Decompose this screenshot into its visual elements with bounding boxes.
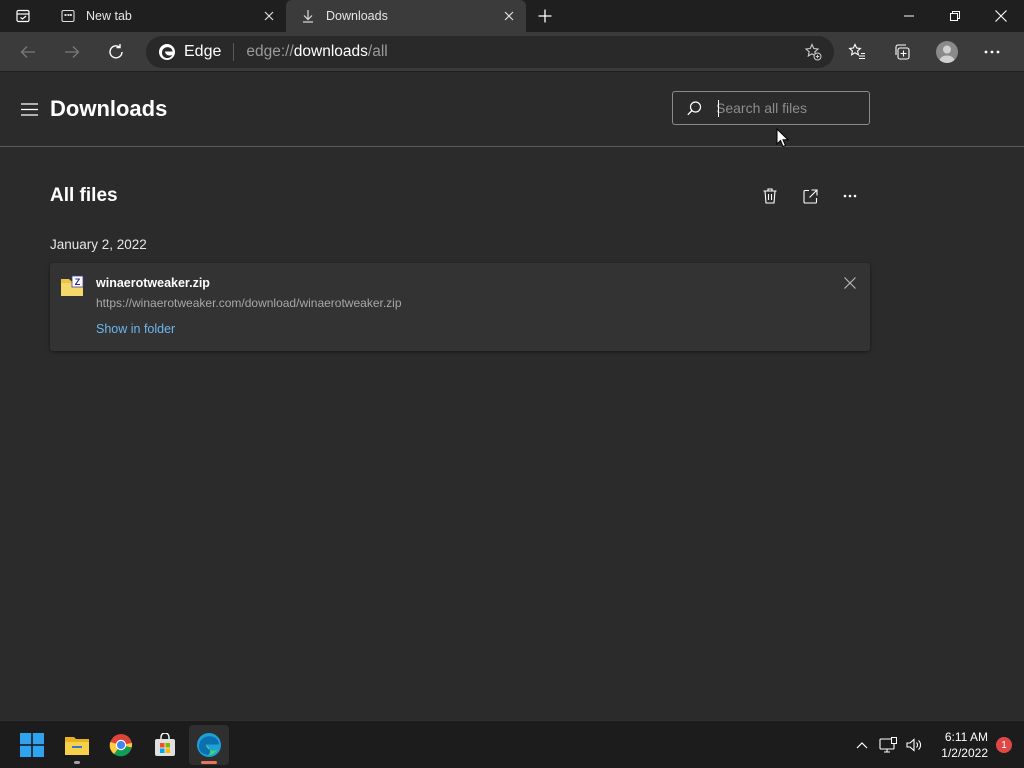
network-icon — [879, 737, 898, 753]
running-indicator — [74, 761, 80, 764]
close-icon — [844, 277, 856, 289]
tab-strip: New tab Downloads — [0, 0, 1024, 32]
close-tab-icon[interactable] — [256, 3, 282, 29]
svg-text:Z: Z — [75, 277, 81, 287]
close-icon — [995, 10, 1007, 22]
search-icon — [687, 100, 702, 115]
site-identity-chip[interactable]: Edge — [158, 43, 235, 61]
mouse-cursor-icon — [776, 128, 790, 148]
search-input[interactable] — [716, 100, 856, 116]
notification-badge[interactable]: 1 — [996, 737, 1012, 753]
favorites-button[interactable] — [834, 36, 879, 68]
restore-button[interactable] — [932, 0, 978, 32]
speaker-icon — [906, 738, 922, 752]
chrome-taskbar-button[interactable] — [101, 725, 141, 765]
page-title: Downloads — [50, 96, 168, 121]
volume-button[interactable] — [901, 730, 927, 760]
start-button[interactable] — [12, 725, 52, 765]
tab-actions-button[interactable] — [0, 0, 46, 32]
toolbar-right — [834, 36, 1014, 68]
arrow-left-icon — [20, 45, 35, 58]
new-tab-button[interactable] — [528, 0, 562, 32]
download-icon — [300, 8, 316, 24]
hamburger-icon — [20, 102, 38, 116]
more-horizontal-icon — [843, 194, 857, 198]
forward-button[interactable] — [54, 36, 90, 68]
show-hidden-icons-button[interactable] — [849, 730, 875, 760]
show-in-folder-link[interactable]: Show in folder — [96, 322, 175, 336]
edge-logo-icon — [159, 44, 175, 60]
text-caret — [718, 100, 719, 117]
menu-button[interactable] — [18, 98, 40, 120]
delete-all-button[interactable] — [750, 183, 790, 209]
new-tab-page-icon — [60, 8, 76, 24]
start-icon — [20, 733, 44, 757]
search-box[interactable] — [672, 91, 870, 125]
favorites-icon — [847, 43, 865, 60]
url-host: downloads — [293, 43, 368, 60]
minimize-icon — [904, 15, 914, 17]
file-source-url: https://winaerotweaker.com/download/wina… — [96, 296, 402, 310]
remove-item-button[interactable] — [840, 273, 860, 293]
tab-downloads[interactable]: Downloads — [286, 0, 526, 32]
section-actions — [750, 183, 870, 209]
close-tab-icon[interactable] — [496, 3, 522, 29]
chrome-icon — [109, 734, 133, 757]
open-downloads-folder-button[interactable] — [790, 183, 830, 209]
taskbar: 6:11 AM 1/2/2022 1 — [0, 720, 1024, 768]
active-indicator — [201, 761, 217, 764]
plus-icon — [538, 9, 552, 23]
close-window-button[interactable] — [978, 0, 1024, 32]
open-external-icon — [802, 188, 818, 204]
refresh-button[interactable] — [98, 36, 134, 68]
star-add-icon — [804, 43, 822, 61]
add-favorite-button[interactable] — [804, 43, 822, 61]
page-header: Downloads — [0, 72, 1024, 147]
minimize-button[interactable] — [886, 0, 932, 32]
tab-title: Downloads — [326, 9, 388, 23]
tab-title: New tab — [86, 9, 132, 23]
url-text: edge://downloads/all — [246, 43, 387, 61]
edge-icon — [197, 733, 221, 757]
trash-icon — [763, 188, 777, 204]
arrow-right-icon — [65, 45, 80, 58]
edge-taskbar-button[interactable] — [189, 725, 229, 765]
system-tray: 6:11 AM 1/2/2022 1 — [849, 721, 1024, 768]
file-explorer-taskbar-button[interactable] — [57, 725, 97, 765]
profile-button[interactable] — [924, 36, 969, 68]
download-item[interactable]: Z winaerotweaker.zip https://winaerotwea… — [50, 263, 870, 351]
file-name-link[interactable]: winaerotweaker.zip — [96, 276, 210, 290]
collections-button[interactable] — [879, 36, 924, 68]
url-scheme: edge:// — [246, 43, 294, 60]
downloads-page: Downloads All files January 2, 2022 — [0, 72, 1024, 720]
date-group-label: January 2, 2022 — [50, 237, 147, 252]
chevron-up-icon — [856, 742, 868, 749]
refresh-icon — [109, 43, 123, 59]
browser-toolbar: Edge edge://downloads/all — [0, 32, 1024, 72]
site-label: Edge — [184, 43, 222, 60]
store-taskbar-button[interactable] — [145, 725, 185, 765]
section-title: All files — [50, 185, 118, 206]
back-button[interactable] — [10, 36, 46, 68]
more-options-button[interactable] — [830, 183, 870, 209]
tab-actions-icon — [16, 9, 30, 23]
file-explorer-icon — [65, 737, 89, 755]
window-controls — [886, 0, 1024, 32]
tab-new-tab[interactable]: New tab — [46, 0, 287, 32]
restore-icon — [950, 11, 960, 21]
collections-icon — [894, 44, 910, 60]
network-button[interactable] — [875, 730, 901, 760]
settings-menu-button[interactable] — [969, 36, 1014, 68]
clock-time: 6:11 AM — [944, 730, 988, 744]
url-path: /all — [367, 43, 388, 60]
clock-date: 1/2/2022 — [941, 746, 988, 760]
zip-file-icon: Z — [61, 275, 84, 296]
avatar — [935, 41, 958, 63]
microsoft-store-icon — [155, 733, 175, 756]
address-bar[interactable]: Edge edge://downloads/all — [146, 36, 834, 68]
clock[interactable]: 6:11 AM 1/2/2022 — [941, 729, 988, 761]
more-horizontal-icon — [984, 50, 999, 54]
